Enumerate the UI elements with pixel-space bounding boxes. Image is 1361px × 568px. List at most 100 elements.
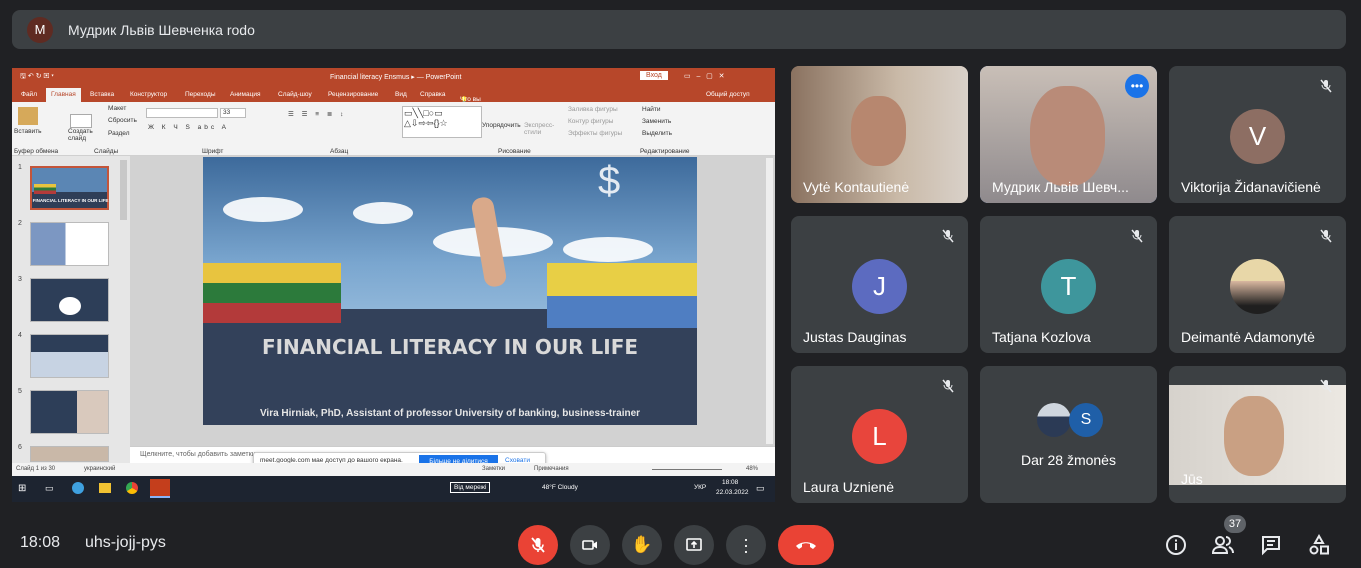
tab-design[interactable]: Конструктор	[130, 91, 167, 98]
tab-review[interactable]: Рецензирование	[328, 91, 378, 98]
notification-icon[interactable]: ▭	[756, 483, 765, 494]
slide-thumbnail-1[interactable]: FINANCIAL LITERACY IN OUR LIFE	[30, 166, 109, 210]
reset-button[interactable]: Сбросить	[108, 117, 137, 124]
shape-effects-button[interactable]: Эффекты фигуры	[568, 130, 622, 137]
quick-access-icons[interactable]: 🖫 ↶ ↻ ▣ ▾	[20, 72, 54, 83]
activities-icon	[1309, 534, 1329, 555]
hang-up-icon	[796, 542, 816, 549]
meeting-code[interactable]: uhs-jojj-pys	[85, 534, 166, 552]
leave-call-button[interactable]	[778, 525, 834, 565]
raise-hand-button[interactable]: ✋	[622, 525, 662, 565]
ribbon-tabs: Файл Главная Вставка Конструктор Переход…	[12, 86, 775, 117]
canvas-scrollbar[interactable]	[766, 158, 773, 444]
slide-number: 2	[18, 220, 22, 227]
slide-number: 3	[18, 276, 22, 283]
layout-button[interactable]: Макет	[108, 105, 126, 112]
window-controls[interactable]: ▭ – ▢ ✕	[684, 72, 725, 80]
quick-styles-button[interactable]: Экспресс-стили	[524, 122, 556, 136]
meeting-details-button[interactable]	[1163, 532, 1189, 558]
taskbar-date[interactable]: 22.03.2022	[716, 489, 749, 496]
participant-name: Viktorija Židanavičienė	[1181, 179, 1321, 195]
shape-fill-button[interactable]: Заливка фигуры	[568, 106, 618, 113]
find-button[interactable]: Найти	[642, 106, 661, 113]
shapes-gallery[interactable]: ▭╲╲□○▭ △⇩⇨⇦{}☆	[402, 106, 482, 138]
chrome-icon[interactable]	[126, 482, 138, 494]
new-slide-button[interactable]: Создать слайд	[68, 128, 98, 142]
font-name-field[interactable]	[146, 108, 218, 118]
tab-animation[interactable]: Анимация	[230, 91, 261, 98]
task-view-icon[interactable]: ▭	[45, 483, 54, 494]
flag-stripe	[547, 263, 697, 296]
mic-off-icon	[936, 374, 960, 398]
paste-icon[interactable]	[18, 107, 38, 125]
slide-thumbnail-2[interactable]	[30, 222, 109, 266]
participant-tile[interactable]: L Laura Uznienė	[791, 366, 968, 503]
taskbar-time[interactable]: 18:08	[722, 479, 738, 486]
current-slide[interactable]: $ FINANCIAL LITERACY IN OUR LIFE Vira Hi…	[203, 157, 697, 425]
activities-button[interactable]	[1306, 532, 1332, 558]
paragraph-buttons[interactable]: ☰ ☰ ≡ ≣ ↕	[288, 110, 346, 118]
drawing-group-label: Рисование	[498, 148, 531, 155]
flag-stripe	[203, 303, 341, 323]
slide-thumbnail-panel[interactable]: 1 FINANCIAL LITERACY IN OUR LIFE 2 3 4 5…	[12, 156, 130, 463]
signin-button[interactable]: Вход	[640, 71, 668, 80]
edge-icon[interactable]	[72, 482, 84, 494]
tab-transitions[interactable]: Переходы	[185, 91, 216, 98]
zoom-level[interactable]: 48%	[746, 466, 758, 472]
language-status[interactable]: украинский	[84, 466, 115, 472]
replace-button[interactable]: Заменить	[642, 118, 671, 125]
new-slide-icon[interactable]	[70, 114, 92, 128]
tab-home[interactable]: Главная	[46, 88, 81, 102]
tab-file[interactable]: Файл	[21, 91, 37, 98]
present-screen-button[interactable]	[674, 525, 714, 565]
thumbnail-scrollbar[interactable]	[120, 160, 127, 220]
section-button[interactable]: Раздел	[108, 130, 129, 137]
slide-title[interactable]: FINANCIAL LITERACY IN OUR LIFE	[203, 335, 697, 359]
self-view-tile[interactable]: Jūs	[1169, 366, 1346, 503]
mic-toggle-button[interactable]	[518, 525, 558, 565]
participant-tile[interactable]: ••• Мудрик Львів Шевч...	[980, 66, 1157, 203]
tab-help[interactable]: Справка	[420, 91, 446, 98]
more-options-button[interactable]: · · ·	[726, 525, 766, 565]
windows-start-icon[interactable]: ⊞	[18, 483, 26, 494]
arrange-button[interactable]: Упорядочить	[482, 122, 521, 129]
chat-button[interactable]	[1258, 532, 1284, 558]
mic-off-icon	[531, 537, 545, 553]
ribbon: Вставить Создать слайд Макет Сбросить Ра…	[12, 102, 775, 156]
slide-thumbnail-5[interactable]	[30, 390, 109, 434]
mic-off-icon	[1314, 224, 1338, 248]
participant-tile[interactable]: Deimantė Adamonytė	[1169, 216, 1346, 353]
camera-toggle-button[interactable]	[570, 525, 610, 565]
notes-toggle[interactable]: Заметки	[482, 466, 505, 472]
tab-view[interactable]: Вид	[395, 91, 407, 98]
present-icon	[686, 538, 702, 551]
powerpoint-taskbar-icon[interactable]	[150, 479, 170, 498]
participant-tile[interactable]: T Tatjana Kozlova	[980, 216, 1157, 353]
slide-counter: Слайд 1 из 30	[16, 466, 56, 472]
shape-outline-button[interactable]: Контур фигуры	[568, 118, 613, 125]
slide-thumbnail-6[interactable]	[30, 446, 109, 462]
participant-tile[interactable]: Vytė Kontautienė	[791, 66, 968, 203]
slide-thumbnail-3[interactable]	[30, 278, 109, 322]
input-language[interactable]: УКР	[694, 484, 706, 491]
people-button[interactable]	[1210, 532, 1236, 558]
tab-insert[interactable]: Вставка	[90, 91, 114, 98]
comments-toggle[interactable]: Примечания	[534, 466, 569, 472]
select-button[interactable]: Выделить	[642, 130, 672, 137]
thumb-circle	[59, 297, 81, 315]
font-format-buttons[interactable]: Ж К Ч S abc A	[148, 124, 229, 131]
slide-subtitle[interactable]: Vira Hirniak, PhD, Assistant of professo…	[203, 408, 697, 419]
mic-off-icon	[1314, 74, 1338, 98]
zoom-slider[interactable]	[652, 469, 722, 470]
participant-tile[interactable]: V Viktorija Židanavičienė	[1169, 66, 1346, 203]
explorer-icon[interactable]	[99, 483, 111, 493]
paste-button[interactable]: Вставить	[14, 128, 42, 135]
participant-tile[interactable]: J Justas Dauginas	[791, 216, 968, 353]
participant-name: Deimantė Adamonytė	[1181, 329, 1315, 345]
tab-slideshow[interactable]: Слайд-шоу	[278, 91, 312, 98]
slide-thumbnail-4[interactable]	[30, 334, 109, 378]
weather-widget[interactable]: 48°F Cloudy	[542, 484, 578, 491]
share-button[interactable]: Общий доступ	[706, 91, 750, 98]
more-participants-tile[interactable]: S Dar 28 žmonės	[980, 366, 1157, 503]
font-size-field[interactable]: 33	[220, 108, 246, 118]
